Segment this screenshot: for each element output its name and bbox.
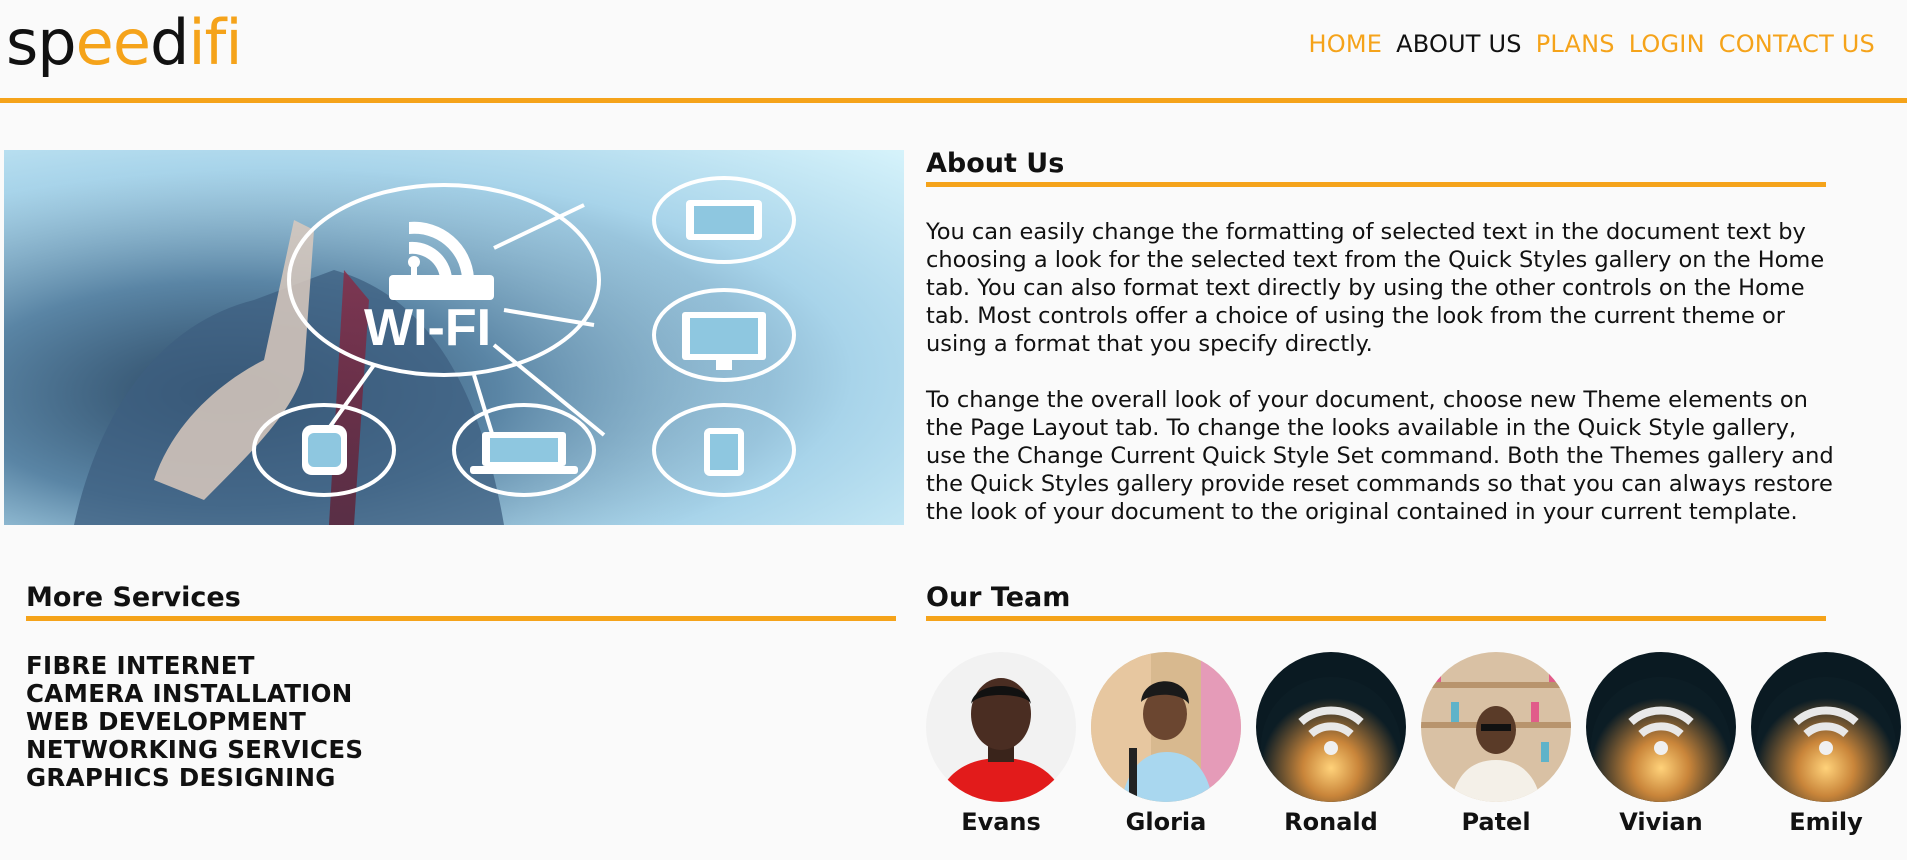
team-member-patel: Patel — [1421, 652, 1571, 836]
service-item: NETWORKING SERVICES — [26, 735, 364, 764]
service-item: CAMERA INSTALLATION — [26, 679, 353, 708]
avatar — [1256, 652, 1406, 802]
about-paragraph: You can easily change the formatting of … — [926, 219, 1825, 357]
more-services-divider — [26, 616, 896, 621]
team-member-name: Emily — [1789, 808, 1863, 836]
nav-contact-us[interactable]: CONTACT US — [1719, 30, 1875, 58]
site-header: speedifi HOME ABOUT US PLANS LOGIN CONTA… — [0, 0, 1907, 103]
nav-about-us[interactable]: ABOUT US — [1396, 30, 1522, 58]
our-team-heading: Our Team — [926, 582, 1071, 613]
services-list: FIBRE INTERNET CAMERA INSTALLATION WEB D… — [26, 652, 363, 792]
header-divider — [0, 98, 1907, 103]
logo-text-part: d — [149, 6, 189, 79]
team-member-name: Evans — [961, 808, 1041, 836]
service-item: GRAPHICS DESIGNING — [26, 763, 336, 792]
wifi-hero-image: WI-FI — [4, 150, 904, 525]
avatar — [1091, 652, 1241, 802]
wifi-network-illustration: WI-FI — [4, 150, 904, 525]
team-member-name: Ronald — [1284, 808, 1378, 836]
about-us-content: You can easily change the formatting of … — [926, 218, 1836, 554]
nav-login[interactable]: LOGIN — [1629, 30, 1705, 58]
team-member-name: Vivian — [1619, 808, 1703, 836]
team-member-name: Patel — [1461, 808, 1531, 836]
about-us-heading: About Us — [926, 148, 1065, 179]
service-item: FIBRE INTERNET — [26, 651, 255, 680]
service-item: WEB DEVELOPMENT — [26, 707, 307, 736]
wifi-label: WI-FI — [364, 299, 491, 357]
avatar — [1586, 652, 1736, 802]
about-us-divider — [926, 182, 1826, 187]
team-member-gloria: Gloria — [1091, 652, 1241, 836]
team-member-emily: Emily — [1751, 652, 1901, 836]
logo-text-part: sp — [6, 6, 77, 79]
nav-home[interactable]: HOME — [1308, 30, 1382, 58]
avatar — [926, 652, 1076, 802]
more-services-heading: More Services — [26, 582, 241, 613]
team-members: Evans Gloria Ronald Patel Vivian Emily — [926, 652, 1906, 852]
main-nav: HOME ABOUT US PLANS LOGIN CONTACT US — [1308, 30, 1875, 58]
team-member-evans: Evans — [926, 652, 1076, 836]
team-member-name: Gloria — [1125, 808, 1207, 836]
speedifi-logo[interactable]: speedifi — [6, 6, 243, 79]
our-team-divider — [926, 616, 1826, 621]
team-member-ronald: Ronald — [1256, 652, 1406, 836]
avatar — [1751, 652, 1901, 802]
team-member-vivian: Vivian — [1586, 652, 1736, 836]
logo-text-part: ee — [75, 6, 151, 79]
nav-plans[interactable]: PLANS — [1536, 30, 1615, 58]
about-paragraph: To change the overall look of your docum… — [926, 387, 1834, 525]
avatar — [1421, 652, 1571, 802]
logo-text-part: ifi — [188, 6, 242, 79]
